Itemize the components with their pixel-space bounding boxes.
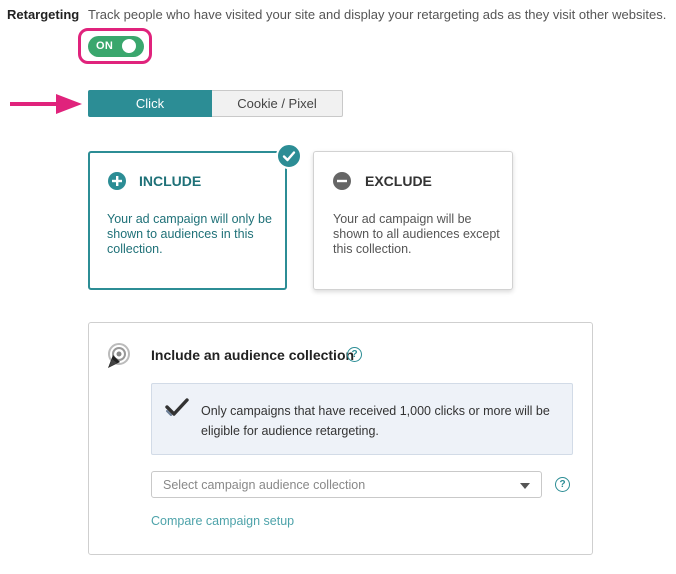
minus-circle-icon [333, 172, 351, 190]
toggle-state-label: ON [96, 40, 114, 52]
help-icon[interactable]: ? [347, 347, 362, 362]
include-description: Your ad campaign will only be shown to a… [107, 212, 272, 256]
exclude-title: EXCLUDE [365, 173, 432, 189]
info-text: Only campaigns that have received 1,000 … [201, 404, 550, 438]
include-title: INCLUDE [139, 173, 202, 189]
toggle-knob [122, 39, 136, 53]
plus-circle-icon [108, 172, 126, 190]
target-cursor-icon [108, 343, 130, 368]
selected-check-icon [276, 143, 302, 169]
select-placeholder: Select campaign audience collection [163, 478, 366, 492]
help-icon-select[interactable]: ? [555, 477, 570, 492]
tab-cookie-pixel[interactable]: Cookie / Pixel [212, 90, 343, 117]
panel-title: Include an audience collection [151, 347, 355, 363]
retargeting-label: Retargeting [7, 7, 80, 22]
retargeting-description: Track people who have visited your site … [88, 7, 667, 22]
pointer-arrow-icon [10, 94, 82, 114]
exclude-description: Your ad campaign will be shown to all au… [333, 212, 500, 256]
compare-campaign-setup-link[interactable]: Compare campaign setup [151, 514, 294, 528]
tab-click[interactable]: Click [88, 90, 212, 117]
caret-down-icon [520, 483, 530, 489]
checkmark-icon [165, 398, 189, 416]
